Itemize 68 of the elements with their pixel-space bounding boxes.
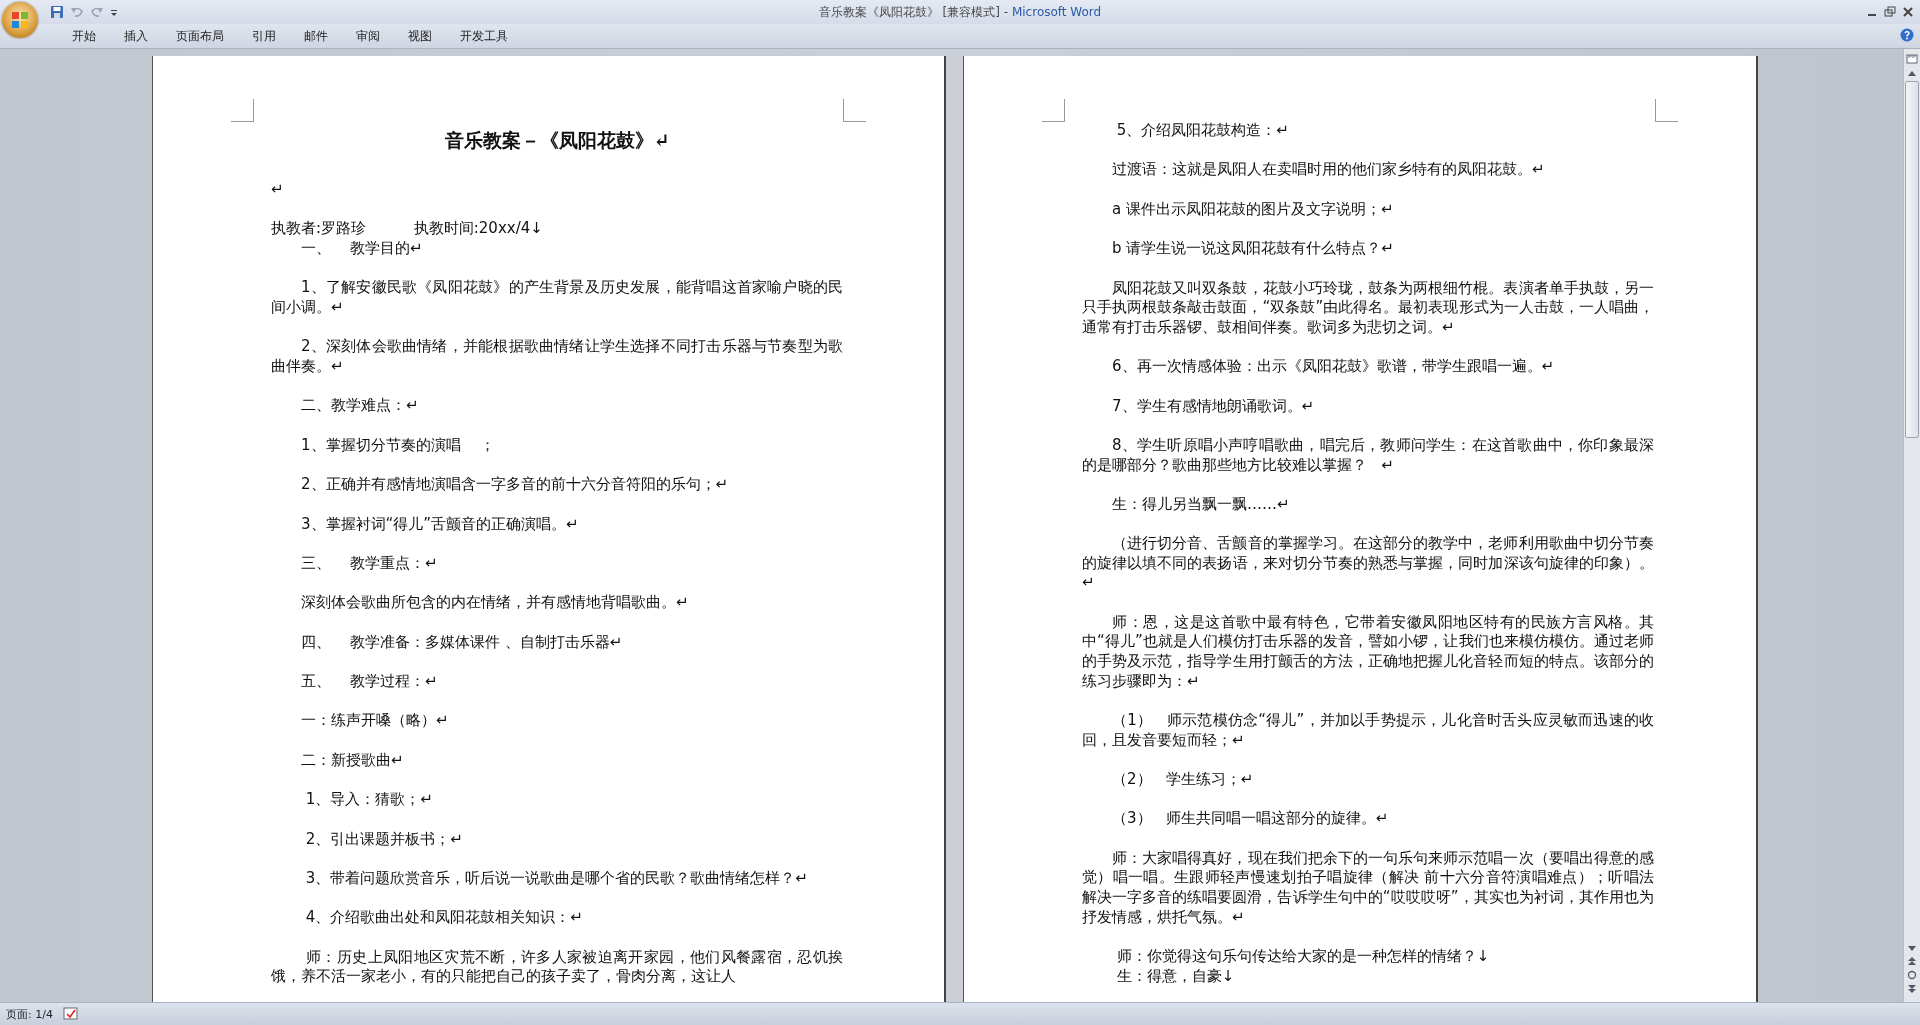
paragraph: （3） 师生共同唱一唱这部分的旋律。↵ [1111,809,1390,829]
dropdown-icon[interactable] [110,7,118,17]
ruler-icon[interactable] [1906,53,1918,65]
office-button[interactable] [2,2,38,38]
paragraph: 3、带着问题欣赏音乐，听后说一说歌曲是哪个省的民歌？歌曲情绪怎样？↵ [304,869,809,889]
paragraph: 师：恩，这是这首歌中最有特色，它带着安徽凤阳地区特有的民族方言风格。其中“得儿”也就是人们模仿打击乐器的发音，譬如小锣，让我们也来模仿模仿。通过老师的手势及示范，指导学生用打颤舌的方法，正确地把握儿化音轻而短的特点。该部分的练习步骤即为：↵ [1082,612,1654,692]
paragraph: 2、深刻体会歌曲情绪，并能根据歌曲情绪让学生选择不同打击乐器与节奏型为歌曲伴奏。↵ [271,337,843,377]
scroll-up-icon[interactable] [1907,69,1917,77]
paragraph: 深刻体会歌曲所包含的内在情绪，并有感情地背唱歌曲。↵ [300,593,690,613]
paragraph: （2） 学生练习；↵ [1111,770,1255,790]
paragraph: 5、介绍凤阳花鼓构造：↵ [1115,121,1290,141]
ribbon-tab[interactable]: 页面布局 [162,25,238,47]
ribbon-tab[interactable]: 引用 [238,25,290,47]
paragraph: 2、引出课题并板书；↵ [304,829,464,850]
paragraph: 二、教学难点：↵ [300,396,420,416]
paragraph: 4、介绍歌曲出处和凤阳花鼓相关知识：↵ [304,908,584,928]
close-icon[interactable] [1902,6,1914,18]
ribbon-tab[interactable]: 视图 [394,25,446,47]
crop-mark [1042,99,1065,122]
previous-page-icon[interactable] [1907,956,1917,966]
paragraph: 6、再一次情感体验：出示《凤阳花鼓》歌谱，带学生跟唱一遍。↵ [1111,357,1556,377]
paragraph: 8、学生听原唱小声哼唱歌曲，唱完后，教师问学生：在这首歌曲中，你印象最深的是哪部分？歌曲那些地方比较难以掌握？ ↵ [1082,435,1654,476]
save-icon[interactable] [50,5,64,19]
paragraph: 师：大家唱得真好，现在我们把余下的一句乐句来师示范唱一次（要唱出得意的感觉）唱一唱。生跟师轻声慢速划拍子唱旋律（解决 前十六分音符演唱难点）；听唱法解决一字多音的练唱要圆滑，告诉学生句中的“哎哎哎呀”，其实也为衬词，其作用也为抒发情感，烘托气氛。↵ [1082,848,1654,928]
window-title: 音乐教案《凤阳花鼓》 [兼容模式] - Microsoft Word [818,3,1102,21]
browse-object-icon[interactable] [1907,970,1917,980]
crop-mark [1655,99,1678,122]
next-page-icon[interactable] [1907,984,1917,994]
paragraph: 执教者:罗路珍 执教时间:20xx/4↓ [271,219,544,239]
paragraph: 凤阳花鼓又叫双条鼓，花鼓小巧玲珑，鼓条为两根细竹棍。表演者单手执鼓，另一只手执两根鼓条敲击鼓面，“双条鼓”由此得名。最初表现形式为一人击鼓，一人唱曲，通常有打击乐器锣、鼓相间伴奏。歌词多为悲切之词。↵ [1082,278,1654,338]
paragraph: 生：得意，自豪↓ [1115,966,1236,987]
paragraph: 一、 教学目的↵ [300,239,424,259]
document-title: 音乐教案－《凤阳花鼓》↵ [443,128,671,153]
ribbon-tab[interactable]: 开始 [58,25,110,47]
paragraph: 三、 教学重点：↵ [300,553,439,574]
paragraph: 过渡语：这就是凤阳人在卖唱时用的他们家乡特有的凤阳花鼓。↵ [1111,160,1546,180]
ribbon-tab[interactable]: 邮件 [290,25,342,47]
paragraph: 2、正确并有感情地演唱含一字多音的前十六分音符阳的乐句；↵ [300,475,730,495]
paragraph: 二：新授歌曲↵ [300,750,405,771]
paragraph: 1、了解安徽民歌《凤阳花鼓》的产生背景及历史发展，能背唱这首家喻户晓的民间小调。↵ [271,278,843,318]
scroll-down-icon[interactable] [1907,944,1917,952]
paragraph: 师：历史上凤阳地区灾荒不断，许多人家被迫离开家园，他们风餐露宿，忍饥挨饿，养不活一家老小，有的只能把自己的孩子卖了，骨肉分离，这让人 [271,947,843,987]
vertical-scrollbar[interactable] [1903,49,1920,1002]
proofing-icon[interactable] [62,1007,79,1021]
paragraph: （进行切分音、舌颤音的掌握学习。在这部分的教学中，老师利用歌曲中切分节奏的旋律以填不同的表扬语，来对切分节奏的熟悉与掌握，同时加深该句旋律的印象）。↵ [1082,534,1654,594]
paragraph: （1） 师示范模仿念“得儿”，并加以手势提示，儿化音时舌头应灵敏而迅速的收回，且发音要短而轻；↵ [1082,711,1654,751]
ribbon-tab[interactable]: 开发工具 [446,25,522,47]
paragraph: a 课件出示凤阳花鼓的图片及文字说明；↵ [1111,199,1395,220]
office-logo-icon [10,10,30,30]
help-icon[interactable] [1900,27,1914,42]
paragraph: 五、 教学过程：↵ [300,672,439,692]
ribbon-tab[interactable]: 插入 [110,25,162,47]
restore-icon[interactable] [1884,6,1896,18]
paragraph: 1、导入：猜歌；↵ [304,790,434,810]
paragraph: 1、掌握切分节奏的演唱 ； [300,435,496,456]
crop-mark [843,99,866,122]
paragraph: 生：得儿另当飘一飘……↵ [1111,494,1291,515]
paragraph: 一：练声开嗓（略）↵ [300,711,450,732]
page-counter[interactable]: 页面: 1/4 [6,1006,53,1022]
scroll-thumb[interactable] [1905,81,1919,438]
paragraph: 四、 教学准备：多媒体课件 、自制打击乐器↵ [300,632,624,653]
paragraph: 7、学生有感情地朗诵歌词。↵ [1111,396,1316,417]
ribbon-tab[interactable]: 审阅 [342,25,394,47]
paragraph: 师：你觉得这句乐句传达给大家的是一种怎样的情绪？↓ [1115,947,1491,967]
paragraph: 3、掌握衬词“得儿”舌颤音的正确演唱。↵ [300,514,580,535]
crop-mark [231,99,254,122]
paragraph-mark: ↵ [271,180,285,200]
paragraph: b 请学生说一说这凤阳花鼓有什么特点？↵ [1111,239,1395,259]
